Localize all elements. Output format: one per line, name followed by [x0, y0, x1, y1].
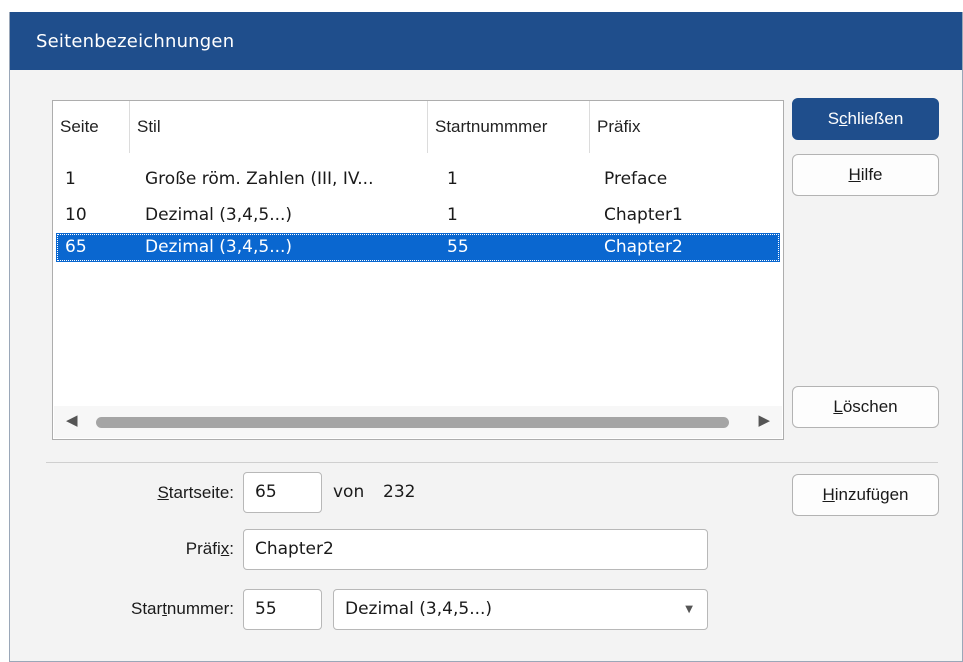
startnum-input[interactable]: 55	[243, 589, 322, 630]
chevron-down-icon: ▼	[685, 604, 693, 615]
close-button-label-rest: hließen	[847, 109, 904, 128]
column-header-stil[interactable]: Stil	[130, 101, 428, 153]
scroll-thumb[interactable]	[96, 417, 729, 428]
prefix-label: Präfix:	[70, 529, 234, 569]
label-mnemonic: S	[157, 483, 169, 502]
cell-start: 1	[447, 169, 458, 189]
separator	[46, 462, 938, 463]
page-labels-dialog: Seitenbezeichnungen Seite Stil Startnumm…	[9, 12, 963, 662]
delete-button-mnemonic: L	[833, 397, 843, 416]
cell-start: 55	[447, 237, 469, 257]
close-button-mnemonic: c	[839, 109, 848, 128]
label-text-rest: nummer:	[166, 599, 234, 618]
close-button[interactable]: Sc hließen	[792, 98, 939, 140]
help-button-label-rest: ilfe	[860, 165, 883, 184]
scroll-left-icon[interactable]: ◀	[66, 411, 78, 429]
style-dropdown[interactable]: Dezimal (3,4,5...) ▼	[333, 589, 708, 630]
cell-seite: 65	[65, 237, 87, 257]
dialog-title: Seitenbezeichnungen	[36, 30, 235, 52]
page-labels-list[interactable]: Seite Stil Startnummmer Präfix 1 Große r…	[52, 100, 784, 440]
column-header-label: Startnummmer	[435, 117, 548, 136]
cell-praefix: Chapter2	[604, 237, 683, 257]
cell-praefix: Chapter1	[604, 205, 683, 225]
column-header-praefix[interactable]: Präfix	[590, 101, 783, 153]
column-header-seite[interactable]: Seite	[53, 101, 130, 153]
close-button-label: S	[827, 109, 840, 128]
prefix-input[interactable]: Chapter2	[243, 529, 708, 570]
column-header-startnummer[interactable]: Startnummmer	[428, 101, 590, 153]
title-bar: Seitenbezeichnungen	[10, 12, 962, 70]
add-button-mnemonic: H	[822, 485, 835, 504]
add-button-label-rest: inzufügen	[834, 485, 909, 504]
cell-praefix: Preface	[604, 169, 668, 189]
startpage-label: Startseite:	[70, 473, 234, 513]
list-row-3-selected[interactable]: 65 Dezimal (3,4,5...) 55 Chapter2	[56, 233, 780, 262]
delete-button[interactable]: Löschen	[792, 386, 939, 428]
style-dropdown-value: Dezimal (3,4,5...)	[345, 599, 493, 619]
add-button[interactable]: Hinzufügen	[792, 474, 939, 516]
cell-stil: Große röm. Zahlen (III, IV...	[145, 169, 374, 189]
label-text-rest: tartseite:	[168, 483, 234, 502]
cell-seite: 1	[65, 169, 76, 189]
label-mnemonic: x	[220, 539, 230, 558]
horizontal-scrollbar[interactable]: ◀ ▶	[54, 406, 782, 438]
list-row-2[interactable]: 10 Dezimal (3,4,5...) 1 Chapter1	[56, 201, 780, 230]
help-button[interactable]: Hilfe	[792, 154, 939, 196]
startnum-label: Startnummer:	[70, 589, 234, 629]
delete-button-label-rest: öschen	[842, 397, 898, 416]
label-text-rest: :	[229, 539, 234, 558]
column-header-label: Seite	[60, 117, 99, 136]
cell-start: 1	[447, 205, 458, 225]
label-text: Star	[131, 599, 163, 618]
column-header-label: Präfix	[597, 117, 641, 136]
help-button-mnemonic: H	[848, 165, 861, 184]
column-header-label: Stil	[137, 117, 161, 136]
cell-stil: Dezimal (3,4,5...)	[145, 205, 293, 225]
cell-seite: 10	[65, 205, 87, 225]
list-header: Seite Stil Startnummmer Präfix	[53, 101, 783, 153]
total-pages: 232	[383, 482, 416, 502]
label-text: Präfi	[185, 539, 221, 558]
startpage-input[interactable]: 65	[243, 472, 322, 513]
cell-stil: Dezimal (3,4,5...)	[145, 237, 293, 257]
scroll-right-icon[interactable]: ▶	[758, 411, 770, 429]
list-row-1[interactable]: 1 Große röm. Zahlen (III, IV... 1 Prefac…	[56, 165, 780, 194]
of-label: von	[333, 482, 365, 502]
